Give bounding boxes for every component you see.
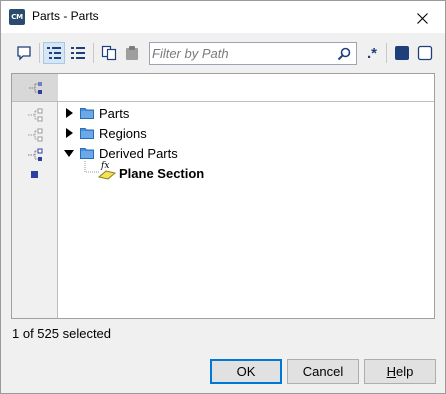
empty-square-icon [417,45,433,61]
collapse-arrow-icon[interactable] [64,148,74,158]
toolbar-separator [386,43,387,63]
comment-button[interactable] [13,42,35,64]
filled-square-icon [395,46,409,60]
paste-button[interactable] [121,42,143,64]
tree-item-regions[interactable]: Regions [64,123,147,143]
filter-input[interactable] [152,45,332,62]
folder-icon [80,128,94,139]
flat-list-button[interactable] [67,42,89,64]
speech-bubble-icon [17,46,31,61]
regions-hierarchy-icon[interactable] [27,128,43,142]
folder-icon [80,148,94,159]
tree-item-label: Regions [99,125,147,141]
tree-item-label: Parts [99,105,130,121]
search-icon[interactable] [336,46,352,62]
parts-hierarchy-icon[interactable] [27,108,43,122]
toolbar-separator [39,43,40,63]
tree-header [58,74,434,102]
toolbar-separator [93,43,94,63]
plane-section-selected-icon[interactable] [27,168,43,182]
help-button[interactable]: Help [364,359,436,384]
tree-view-button[interactable] [43,42,65,64]
tree-list-icon [47,47,61,59]
copy-button[interactable] [98,42,120,64]
cancel-button[interactable]: Cancel [287,359,359,384]
select-all-button[interactable] [391,42,413,64]
selection-status: 1 of 525 selected [12,326,112,341]
parts-dialog: CM Parts - Parts Filter by Path .* Parts… [0,0,446,394]
copy-icon [101,45,117,61]
tree-item-parts[interactable]: Parts [64,103,129,123]
paste-icon [126,46,138,60]
deselect-all-button[interactable] [414,42,436,64]
hierarchy-toggle-icon [29,82,42,94]
tree-item-label: Plane Section [119,165,205,181]
selection-gutter [12,74,58,318]
gutter-header[interactable] [12,74,58,102]
derived-parts-hierarchy-icon[interactable] [27,148,43,162]
tree-item-derived-parts[interactable]: Derived Parts [64,143,178,163]
regex-label: .* [366,44,377,62]
expand-arrow-icon[interactable] [64,128,74,138]
regex-toggle-button[interactable]: .* [361,42,383,64]
expand-arrow-icon[interactable] [64,108,74,118]
plane-section-icon: fx [98,161,116,182]
ok-button[interactable]: OK [210,359,282,384]
list-icon [71,47,85,59]
tree-item-label: Derived Parts [99,145,178,161]
window-title: Parts - Parts [32,9,99,23]
tree-panel: Parts Regions Derived Parts fx Plane Sec… [11,73,435,319]
filter-box [149,42,357,65]
close-button[interactable] [399,1,445,33]
folder-icon [80,108,94,119]
toolbar: .* [1,33,445,71]
tree-item-plane-section[interactable]: fx Plane Section [98,161,205,183]
title-bar: CM Parts - Parts [1,1,445,33]
close-icon [416,12,428,24]
help-label: Help [386,364,414,379]
app-icon: CM [9,9,25,25]
